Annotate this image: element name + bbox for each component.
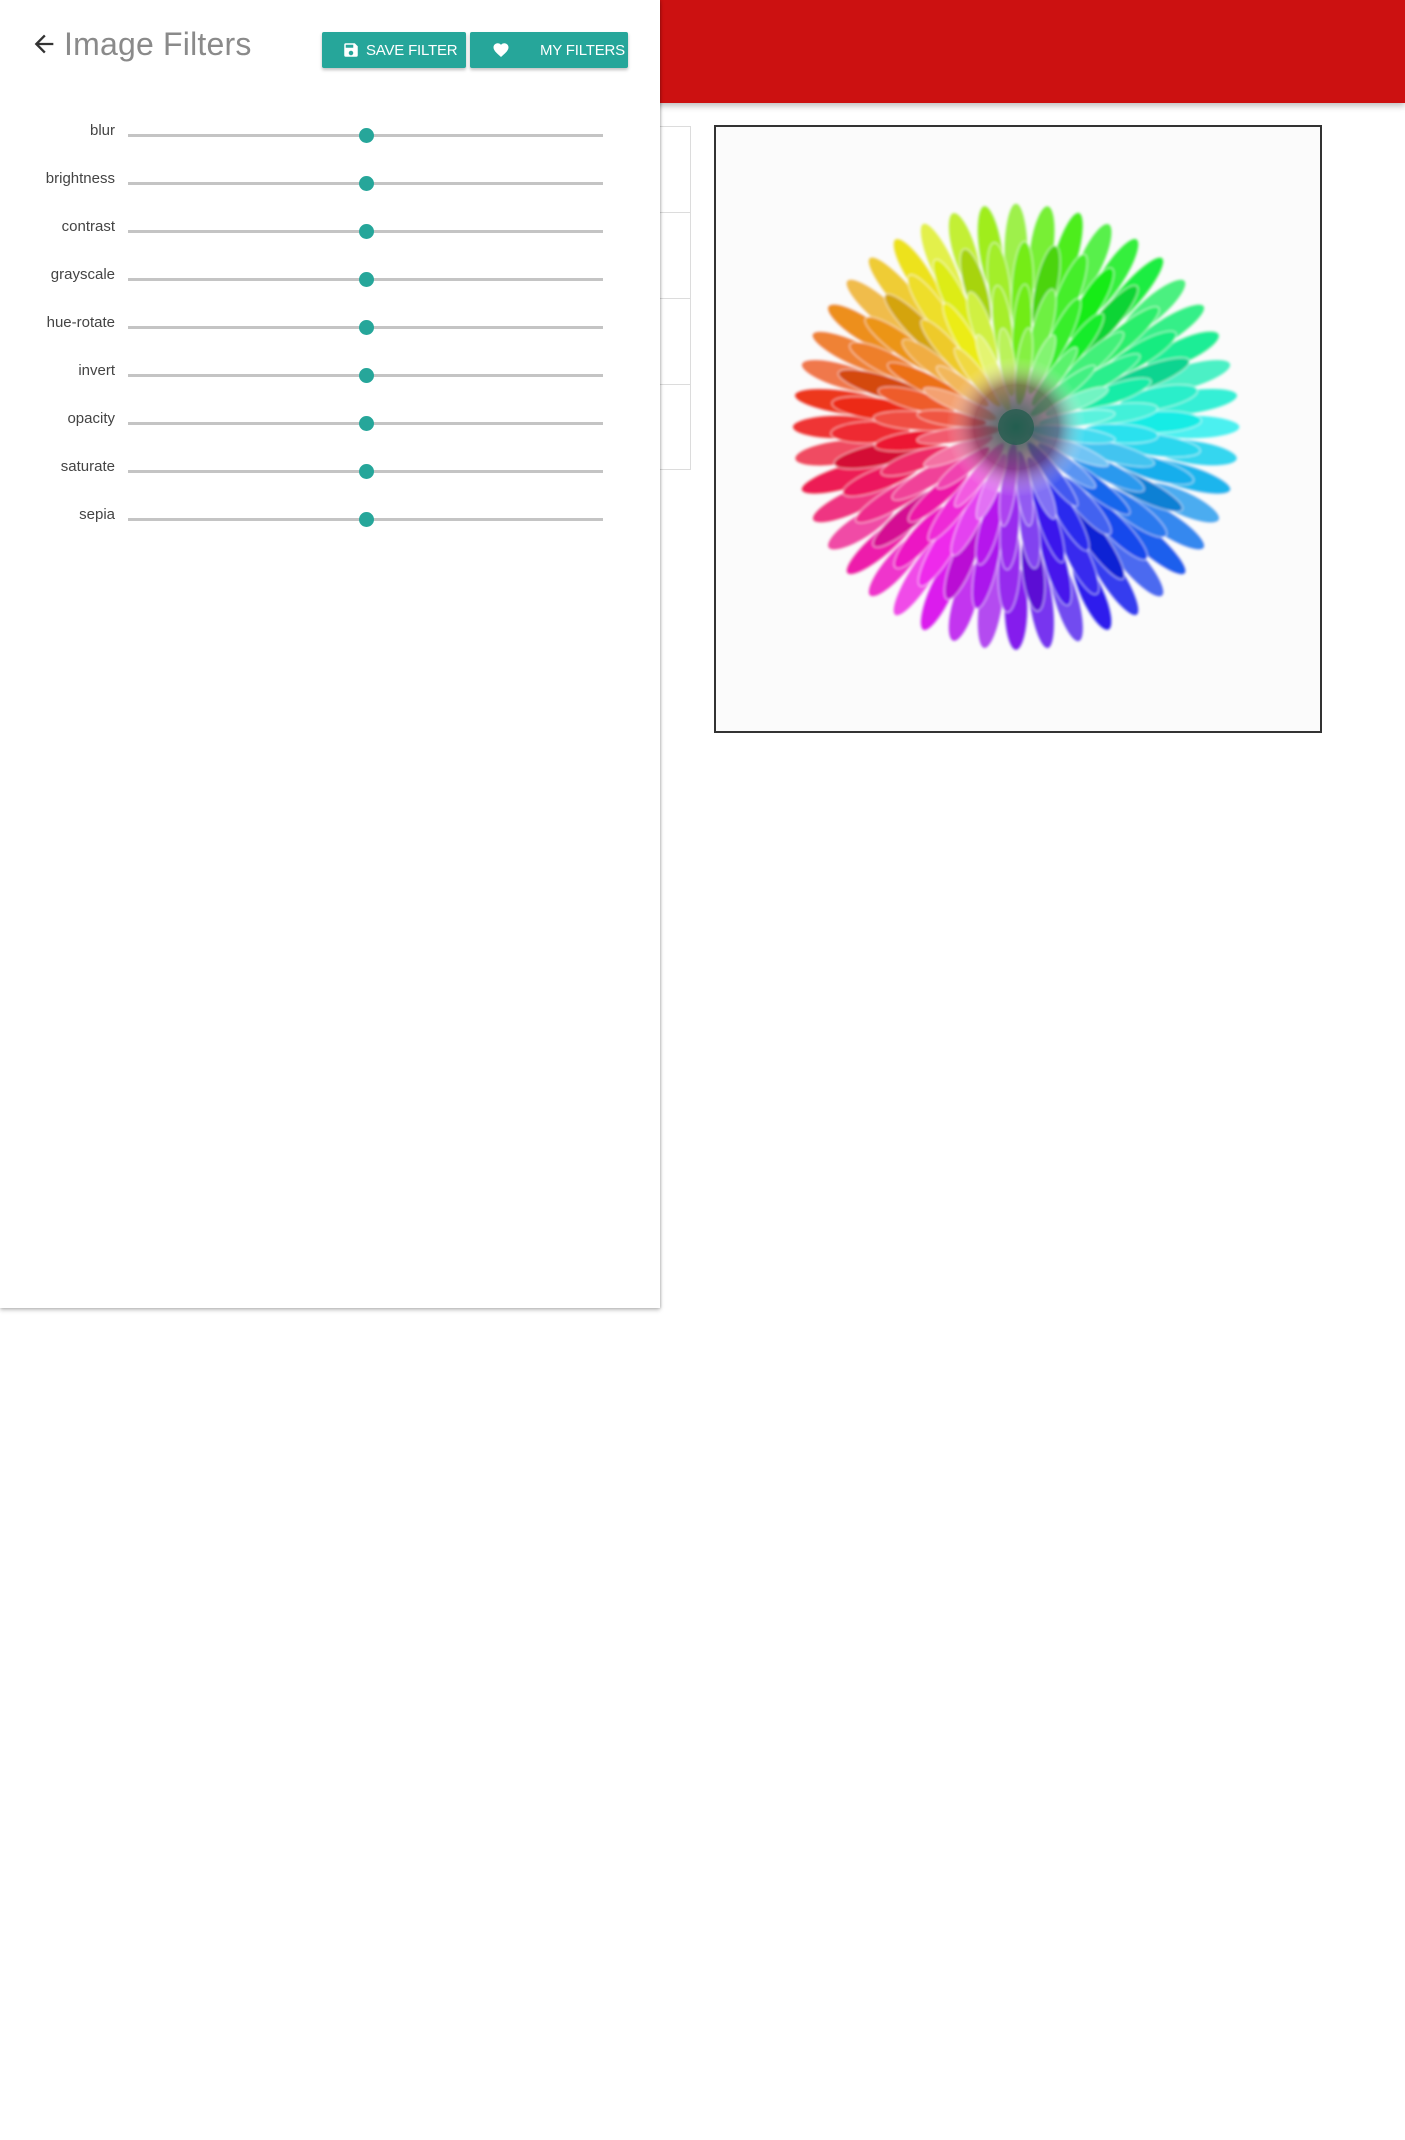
slider-thumb[interactable] [358,464,374,479]
slider-label: invert [78,362,115,379]
preset-item[interactable] [660,213,690,299]
brightness-slider[interactable] [128,176,603,191]
flower-image [716,127,1320,731]
slider-thumb[interactable] [358,368,374,383]
image-preview [714,125,1322,733]
slider-row-contrast: contrast [0,216,660,264]
grayscale-slider[interactable] [128,272,603,287]
filter-sliders: blur brightness contrast grayscale hue-r… [0,120,660,552]
slider-row-brightness: brightness [0,168,660,216]
slider-thumb[interactable] [358,416,374,431]
panel-title: Image Filters [64,26,252,62]
slider-thumb[interactable] [358,128,374,143]
slider-label: opacity [67,410,115,427]
slider-row-invert: invert [0,360,660,408]
slider-label: brightness [45,170,115,187]
slider-label: hue-rotate [46,314,115,331]
save-filter-button[interactable]: SAVE FILTER [322,32,466,68]
filters-panel: Image Filters SAVE FILTER MY FILTERS blu… [0,0,660,1308]
floppy-disk-icon [342,41,360,59]
preset-item[interactable] [660,127,690,213]
sepia-slider[interactable] [128,512,603,527]
slider-label: blur [89,122,115,139]
slider-row-sepia: sepia [0,504,660,552]
slider-thumb[interactable] [358,224,374,239]
my-filters-label: MY FILTERS [540,41,625,59]
saturate-slider[interactable] [128,464,603,479]
slider-thumb[interactable] [358,320,374,335]
preset-item[interactable] [660,385,690,470]
preset-item[interactable] [660,299,690,385]
hue-rotate-slider[interactable] [128,320,603,335]
opacity-slider[interactable] [128,416,603,431]
slider-thumb[interactable] [358,176,374,191]
slider-row-saturate: saturate [0,456,660,504]
filter-preset-list [660,126,691,470]
slider-thumb[interactable] [358,272,374,287]
slider-row-blur: blur [0,120,660,168]
slider-row-opacity: opacity [0,408,660,456]
arrow-left-icon[interactable] [30,30,58,58]
blur-slider[interactable] [128,128,603,143]
heart-icon [492,41,510,59]
invert-slider[interactable] [128,368,603,383]
slider-row-hue-rotate: hue-rotate [0,312,660,360]
slider-thumb[interactable] [358,512,374,527]
slider-label: contrast [61,218,115,235]
save-filter-label: SAVE FILTER [366,41,458,59]
slider-label: saturate [60,458,115,475]
slider-row-grayscale: grayscale [0,264,660,312]
panel-header: Image Filters SAVE FILTER MY FILTERS [0,0,660,96]
slider-label: grayscale [50,266,115,283]
my-filters-button[interactable]: MY FILTERS [470,32,628,68]
contrast-slider[interactable] [128,224,603,239]
slider-label: sepia [79,506,115,523]
